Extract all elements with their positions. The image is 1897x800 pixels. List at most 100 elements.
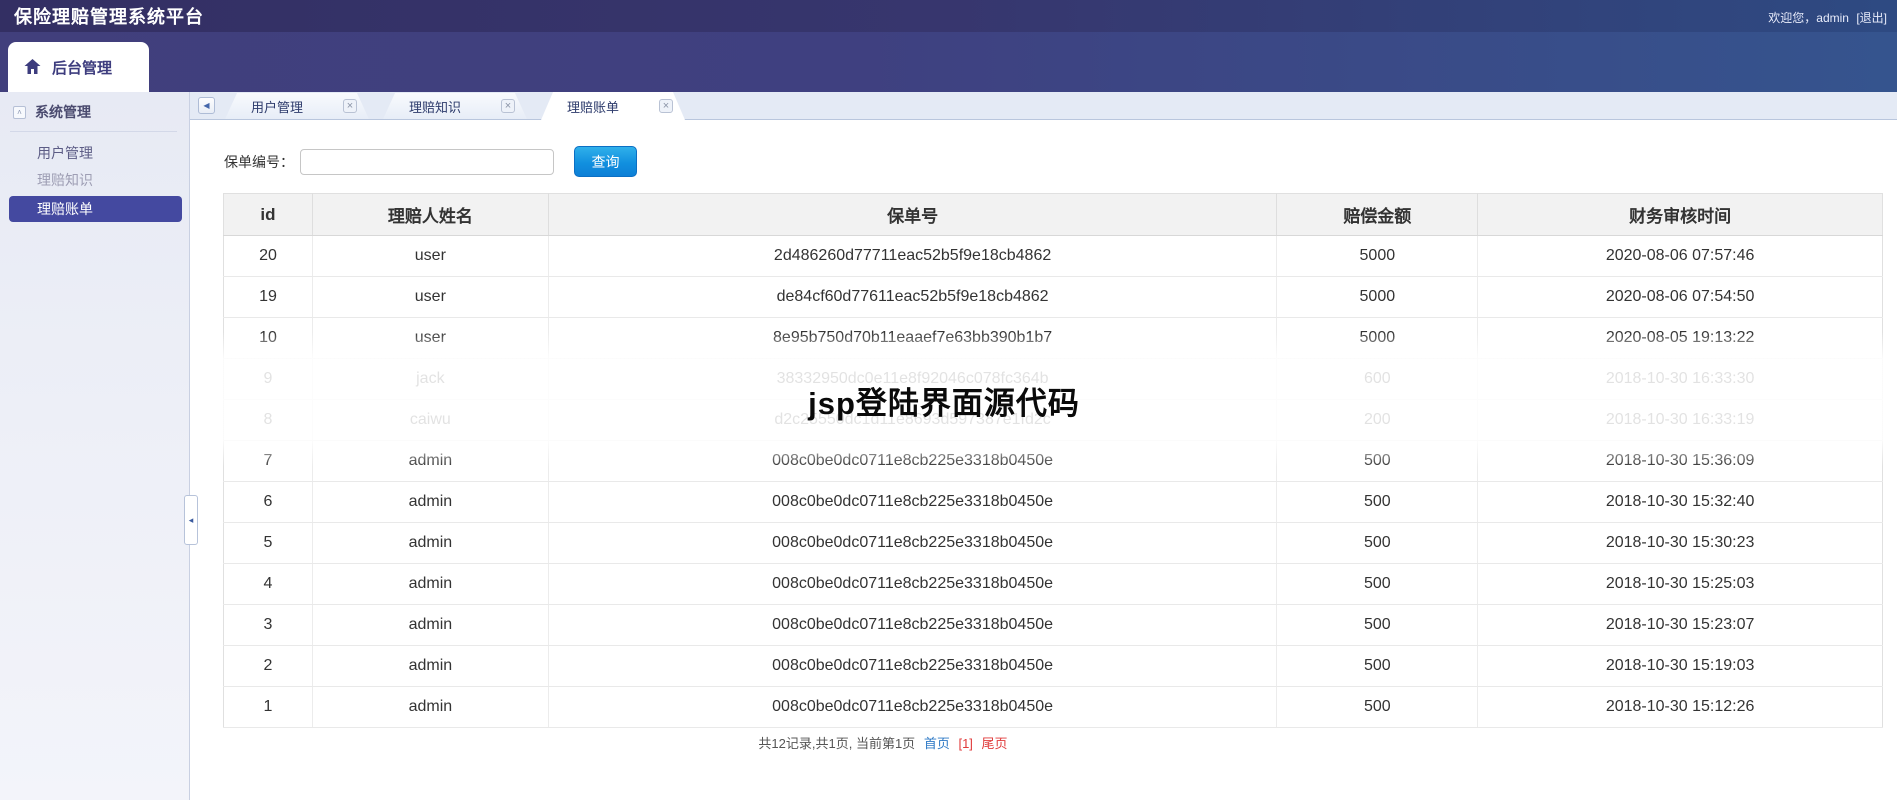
cell-id: 10 (223, 317, 313, 359)
welcome-area: 欢迎您，admin [退出] (1768, 9, 1887, 26)
pagination-current-page[interactable]: [1] (958, 736, 972, 751)
tab-label: 理赔账单 (567, 99, 620, 115)
table-row: 7 admin 008c0be0dc0711e8cb225e3318b0450e 50… (223, 440, 1883, 482)
tab[interactable]: 理赔账单 × (541, 92, 685, 120)
search-button[interactable]: 查询 (574, 146, 637, 177)
panel-collapse-handle[interactable]: ◂ (184, 495, 198, 545)
pagination: 共12记录,共1页, 当前第1页 首页 [1] 尾页 (223, 733, 1543, 752)
col-amount: 赔偿金额 (1276, 193, 1479, 236)
cell-time: 2018-10-30 16:33:30 (1477, 358, 1883, 400)
cell-name: admin (312, 604, 549, 646)
cell-amount: 5000 (1276, 317, 1479, 359)
top-bar: 保险理赔管理系统平台 欢迎您，admin [退出] (0, 0, 1897, 32)
table-header: id 理赔人姓名 保单号 赔偿金额 财务审核时间 (223, 193, 1883, 236)
close-icon[interactable]: × (343, 99, 357, 113)
cell-policy: d2c25550dc1d11e8693d597387e1fd2c (548, 399, 1278, 441)
cell-amount: 500 (1276, 481, 1479, 523)
sidebar-item[interactable]: 理赔知识 (0, 167, 189, 194)
cell-amount: 500 (1276, 645, 1479, 687)
chevron-left-icon: ◀ (203, 101, 210, 110)
tab-scroll-left-button[interactable]: ◀ (198, 97, 215, 114)
search-row: 保单编号： 查询 (224, 146, 637, 177)
table-row: 5 admin 008c0be0dc0711e8cb225e3318b0450e 50… (223, 522, 1883, 564)
cell-policy: 8e95b750d70b11eaaef7e63bb390b1b7 (548, 317, 1278, 359)
cell-name: caiwu (312, 399, 549, 441)
tabs-holder: 用户管理 × 理赔知识 × 理赔账单 × (225, 92, 699, 119)
cell-policy: 2d486260d77711eac52b5f9e18cb4862 (548, 235, 1278, 277)
cell-time: 2018-10-30 15:32:40 (1477, 481, 1883, 523)
col-time: 财务审核时间 (1477, 193, 1883, 236)
table-row: 9 jack 38332950dc0e11e8f92046c078fc364b 600… (223, 358, 1883, 400)
cell-amount: 200 (1276, 399, 1479, 441)
tab-label: 理赔知识 (409, 99, 462, 115)
tab-strip: ◀ 用户管理 × 理赔知识 × 理赔账单 × (190, 92, 1897, 120)
cell-name: admin (312, 522, 549, 564)
cell-name: admin (312, 563, 549, 605)
cell-name: admin (312, 686, 549, 728)
cell-policy: 38332950dc0e11e8f92046c078fc364b (548, 358, 1278, 400)
cell-time: 2020-08-06 07:54:50 (1477, 276, 1883, 318)
cell-amount: 500 (1276, 522, 1479, 564)
cell-time: 2018-10-30 15:36:09 (1477, 440, 1883, 482)
cell-amount: 600 (1276, 358, 1479, 400)
cell-id: 20 (223, 235, 313, 277)
chevron-left-icon: ◂ (188, 514, 194, 525)
tab[interactable]: 理赔知识 × (383, 93, 527, 119)
logout-link[interactable]: [退出] (1856, 11, 1887, 25)
cell-name: admin (312, 481, 549, 523)
sidebar-section-header[interactable]: ˄ 系统管理 (0, 92, 189, 122)
col-id: id (223, 193, 313, 236)
claims-table: id 理赔人姓名 保单号 赔偿金额 财务审核时间 20 user 2d486260d… (223, 193, 1883, 728)
policy-number-input[interactable] (300, 148, 554, 175)
sidebar-panel-header[interactable]: 后台管理 (8, 42, 149, 92)
cell-id: 1 (223, 686, 313, 728)
insurance-claims-app: 保险理赔管理系统平台 欢迎您，admin [退出] 后台管理 ˄ 系统管理 用户… (0, 0, 1897, 800)
pagination-first-link[interactable]: 首页 (924, 736, 950, 751)
cell-time: 2018-10-30 15:30:23 (1477, 522, 1883, 564)
close-icon[interactable]: × (501, 99, 515, 113)
sidebar-item[interactable]: 理赔账单 (9, 196, 182, 222)
close-icon[interactable]: × (659, 99, 673, 113)
welcome-text: 欢迎您，admin (1768, 11, 1849, 25)
pagination-last-link[interactable]: 尾页 (982, 736, 1008, 751)
sidebar-body: ˄ 系统管理 用户管理 理赔知识 理赔账单 (0, 92, 190, 800)
cell-time: 2018-10-30 15:19:03 (1477, 645, 1883, 687)
table-row: 4 admin 008c0be0dc0711e8cb225e3318b0450e 50… (223, 563, 1883, 605)
cell-policy: de84cf60d77611eac52b5f9e18cb4862 (548, 276, 1278, 318)
pagination-summary: 共12记录,共1页, 当前第1页 (758, 736, 916, 751)
tab[interactable]: 用户管理 × (225, 93, 369, 119)
table-row: 6 admin 008c0be0dc0711e8cb225e3318b0450e 50… (223, 481, 1883, 523)
cell-id: 8 (223, 399, 313, 441)
cell-id: 2 (223, 645, 313, 687)
home-icon (24, 59, 41, 74)
cell-policy: 008c0be0dc0711e8cb225e3318b0450e (548, 686, 1278, 728)
cell-id: 19 (223, 276, 313, 318)
cell-id: 7 (223, 440, 313, 482)
cell-time: 2020-08-06 07:57:46 (1477, 235, 1883, 277)
tab-content: 保单编号： 查询 id 理赔人姓名 保单号 赔偿金额 财务审核时间 20 use… (190, 120, 1897, 800)
cell-amount: 5000 (1276, 235, 1479, 277)
collapse-icon[interactable]: ˄ (13, 105, 26, 119)
cell-amount: 500 (1276, 440, 1479, 482)
sidebar-nav: 用户管理 理赔知识 理赔账单 (0, 140, 189, 222)
section-label: 系统管理 (35, 104, 91, 120)
divider (10, 131, 177, 132)
sidebar: 后台管理 ˄ 系统管理 用户管理 理赔知识 理赔账单 (0, 32, 190, 800)
table-row: 19 user de84cf60d77611eac52b5f9e18cb4862 50… (223, 276, 1883, 318)
cell-name: jack (312, 358, 549, 400)
sidebar-item[interactable]: 用户管理 (0, 140, 189, 167)
cell-policy: 008c0be0dc0711e8cb225e3318b0450e (548, 522, 1278, 564)
cell-id: 4 (223, 563, 313, 605)
header-band (0, 32, 1897, 92)
cell-amount: 5000 (1276, 276, 1479, 318)
col-policy: 保单号 (548, 193, 1278, 236)
table-row: 20 user 2d486260d77711eac52b5f9e18cb4862 50… (223, 235, 1883, 277)
table-row: 3 admin 008c0be0dc0711e8cb225e3318b0450e 50… (223, 604, 1883, 646)
cell-time: 2018-10-30 16:33:19 (1477, 399, 1883, 441)
cell-name: user (312, 276, 549, 318)
cell-amount: 500 (1276, 563, 1479, 605)
cell-id: 9 (223, 358, 313, 400)
cell-policy: 008c0be0dc0711e8cb225e3318b0450e (548, 563, 1278, 605)
cell-id: 6 (223, 481, 313, 523)
table-row: 10 user 8e95b750d70b11eaaef7e63bb390b1b7 50… (223, 317, 1883, 359)
